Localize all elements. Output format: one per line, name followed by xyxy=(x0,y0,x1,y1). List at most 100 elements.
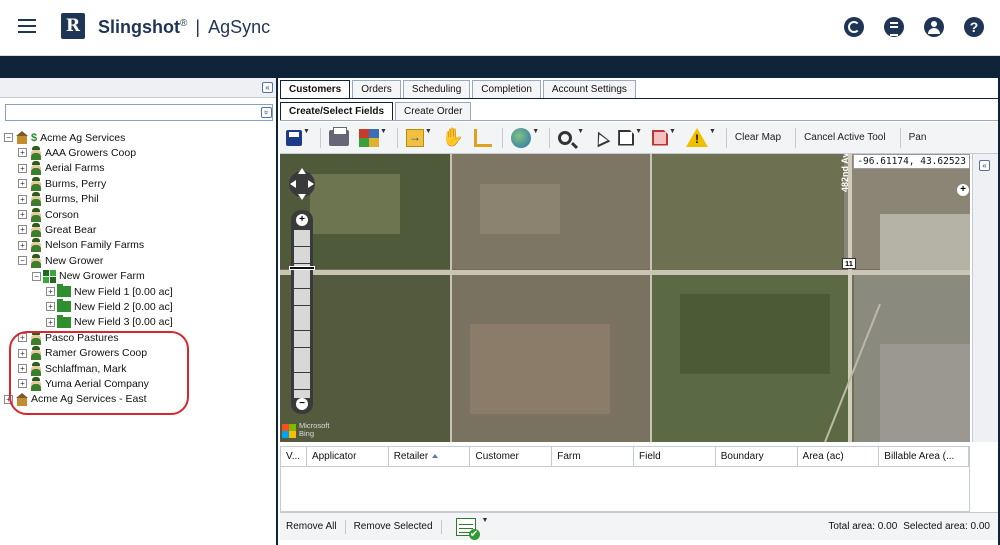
import-button[interactable]: ▼ xyxy=(405,126,432,150)
subtab-create-select-fields[interactable]: Create/Select Fields xyxy=(280,102,394,120)
tree-node[interactable]: − New Grower xyxy=(18,253,103,268)
dollar-icon: $ xyxy=(31,131,38,144)
select-tool-button[interactable] xyxy=(591,126,611,150)
tree-node[interactable]: − New Grower Farm xyxy=(32,269,145,284)
zoom-level-rung[interactable] xyxy=(294,372,310,381)
remove-all-button[interactable]: Remove All xyxy=(286,521,337,532)
column-header[interactable]: Customer xyxy=(470,447,553,466)
save-button[interactable]: ▼ xyxy=(286,126,310,150)
tree-filter-select[interactable]: » xyxy=(5,104,273,121)
pan-button[interactable]: Pan xyxy=(909,132,927,143)
tree-node[interactable]: + Great Bear xyxy=(18,222,96,237)
measure-button[interactable] xyxy=(474,126,493,150)
zoom-level-rung[interactable] xyxy=(294,322,310,331)
tab-account-settings[interactable]: Account Settings xyxy=(542,80,636,98)
zoom-level-rung[interactable] xyxy=(294,347,310,356)
help-icon[interactable]: ? xyxy=(964,17,984,37)
zoom-out-icon[interactable]: − xyxy=(296,398,308,410)
tree-node[interactable]: − $ Acme Ag Services xyxy=(4,130,125,145)
customer-tree-panel: « » − $ Acme Ag Services + AAA Growers Coop +… xyxy=(0,78,278,545)
clear-map-button[interactable]: Clear Map xyxy=(735,132,781,143)
tab-completion[interactable]: Completion xyxy=(472,80,541,98)
print-button[interactable] xyxy=(328,126,349,150)
tree-node[interactable]: + Corson xyxy=(18,207,79,222)
pan-control[interactable] xyxy=(288,162,316,206)
tree-node[interactable]: + New Field 1 [0.00 ac] xyxy=(46,284,173,299)
tree-node[interactable]: + AAA Growers Coop xyxy=(18,145,136,160)
zoom-slider[interactable]: + − xyxy=(289,210,315,414)
zoom-level-rung[interactable] xyxy=(294,314,310,322)
basemap-button[interactable]: ▼ xyxy=(511,126,539,150)
column-header[interactable]: Boundary xyxy=(716,447,798,466)
zoom-level-rung[interactable] xyxy=(294,238,310,247)
expand-icon[interactable]: + xyxy=(46,302,55,312)
column-header[interactable]: Retailer xyxy=(389,447,471,466)
tab-customers[interactable]: Customers xyxy=(280,80,351,98)
collapse-icon[interactable]: − xyxy=(4,133,13,142)
menu-icon[interactable] xyxy=(18,19,36,33)
collapse-icon[interactable]: − xyxy=(18,256,27,266)
subtab-create-order[interactable]: Create Order xyxy=(395,102,472,120)
expand-icon[interactable]: + xyxy=(18,225,27,235)
cancel-active-tool-button[interactable]: Cancel Active Tool xyxy=(804,132,886,143)
zoom-level-rung[interactable] xyxy=(294,364,310,373)
zoom-level-rung[interactable] xyxy=(294,280,310,289)
expand-icon[interactable]: + xyxy=(18,240,27,250)
map-expand-icon[interactable]: + xyxy=(957,184,969,196)
zoom-in-icon[interactable]: + xyxy=(296,214,308,226)
sync-icon[interactable] xyxy=(844,17,864,37)
tree-node[interactable]: + New Field 2 [0.00 ac] xyxy=(46,299,173,314)
pan-tool-button[interactable]: ✋ xyxy=(442,126,464,150)
list-icon[interactable] xyxy=(884,17,904,37)
tab-scheduling[interactable]: Scheduling xyxy=(402,80,471,98)
warning-button[interactable]: ▼ xyxy=(685,126,716,150)
zoom-level-rung[interactable] xyxy=(294,330,310,339)
tree-node[interactable]: + New Field 3 [0.00 ac] xyxy=(46,314,173,330)
brand-name: Slingshot xyxy=(98,17,180,37)
zoom-level-rung[interactable] xyxy=(294,255,310,264)
zoom-level-rung[interactable] xyxy=(294,339,310,348)
expand-icon[interactable]: + xyxy=(18,210,27,219)
zoom-level-rung[interactable] xyxy=(294,288,310,297)
expand-icon[interactable]: + xyxy=(18,148,27,158)
tree-node[interactable]: + Burms, Perry xyxy=(18,176,106,191)
zoom-level-rung[interactable] xyxy=(294,230,310,238)
zoom-level-rung[interactable] xyxy=(294,305,310,314)
zoom-level-rung[interactable] xyxy=(294,297,310,306)
remove-selected-button[interactable]: Remove Selected xyxy=(354,521,433,532)
zoom-level-rung[interactable] xyxy=(294,272,310,280)
tree-node[interactable]: + Burms, Phil xyxy=(18,192,99,207)
tree-node[interactable]: + Aerial Farms xyxy=(18,161,105,176)
draw-shape-button[interactable]: ▼ xyxy=(618,126,642,150)
zoom-level-rung[interactable] xyxy=(294,389,310,398)
zoom-level-rung[interactable] xyxy=(294,356,310,364)
column-header[interactable]: Field xyxy=(634,447,716,466)
column-header[interactable]: Billable Area (... xyxy=(879,447,970,466)
expand-icon[interactable]: + xyxy=(46,287,55,296)
expand-side-panel-icon[interactable]: « xyxy=(979,160,990,171)
zoom-level-rung[interactable] xyxy=(294,246,310,255)
satellite-imagery xyxy=(280,154,970,442)
map-view[interactable]: -96.61174, 43.62523 482nd Ave 11 + + − M… xyxy=(280,154,970,442)
export-button[interactable]: ▼ xyxy=(450,515,488,540)
tree-node[interactable]: + Nelson Family Farms xyxy=(18,238,144,253)
column-header[interactable]: V... xyxy=(281,447,307,466)
tab-orders[interactable]: Orders xyxy=(352,80,401,98)
collapse-panel-icon[interactable]: « xyxy=(262,82,273,93)
edit-shape-button[interactable]: ▼ xyxy=(652,126,676,150)
column-header[interactable]: Applicator xyxy=(307,447,389,466)
chevron-down-icon[interactable]: » xyxy=(261,107,272,118)
column-header[interactable]: Area (ac) xyxy=(798,447,880,466)
logo: R xyxy=(61,13,85,39)
user-icon[interactable] xyxy=(924,17,944,37)
expand-icon[interactable]: + xyxy=(18,163,27,173)
zoom-level-rung[interactable] xyxy=(294,381,310,390)
expand-icon[interactable]: + xyxy=(46,317,55,327)
column-header[interactable]: Farm xyxy=(552,447,634,466)
expand-icon[interactable]: + xyxy=(18,194,27,204)
zoom-button[interactable]: ▼ xyxy=(558,126,584,150)
zoom-thumb[interactable] xyxy=(289,266,315,270)
collapse-icon[interactable]: − xyxy=(32,271,41,281)
layers-button[interactable]: ▼ xyxy=(358,126,387,150)
expand-icon[interactable]: + xyxy=(18,179,27,189)
